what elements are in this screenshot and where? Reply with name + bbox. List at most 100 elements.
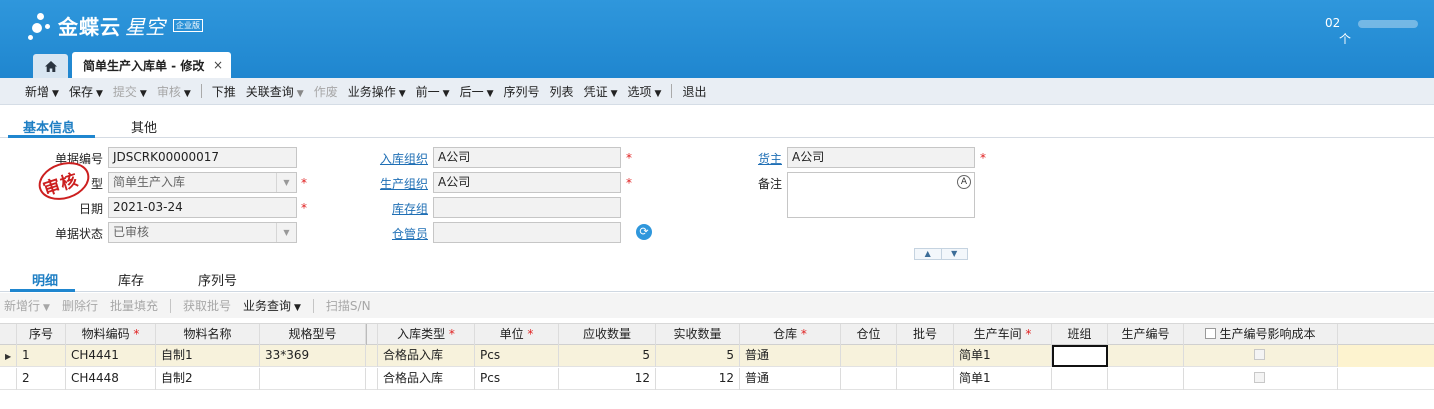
cell-warehouse[interactable]: 普通 xyxy=(740,368,841,390)
get-batch-button[interactable]: 获取批号 xyxy=(183,297,231,314)
serial-no-button[interactable]: 序列号 xyxy=(504,83,540,100)
col-material-name[interactable]: 物料名称 xyxy=(156,324,260,346)
keeper-field[interactable] xyxy=(433,222,621,243)
tab-other[interactable]: 其他 xyxy=(131,117,157,136)
in-org-link[interactable]: 入库组织 xyxy=(358,150,428,167)
options-button[interactable]: 选项 ▼ xyxy=(628,83,662,100)
col-batch[interactable]: 批号 xyxy=(897,324,954,346)
cell-shift[interactable] xyxy=(1052,345,1108,367)
cell-prod-no[interactable] xyxy=(1108,368,1184,390)
close-icon[interactable]: × xyxy=(213,58,223,72)
select-all-checkbox[interactable] xyxy=(1205,328,1217,339)
table-row[interactable]: 2 CH4448 自制2 合格品入库 Pcs 12 12 普通 简单1 xyxy=(0,368,1434,390)
cell-due-qty[interactable]: 12 xyxy=(559,368,656,390)
cell-workshop[interactable]: 简单1 xyxy=(954,368,1052,390)
col-unit[interactable]: 单位 * xyxy=(475,324,559,346)
stock-group-field[interactable] xyxy=(433,197,621,218)
cell-material-code[interactable]: CH4448 xyxy=(66,368,156,390)
multilang-icon[interactable]: A xyxy=(957,175,971,189)
col-material-code[interactable]: 物料编码 * xyxy=(66,324,156,346)
cell-material-name[interactable]: 自制2 xyxy=(156,368,260,390)
cell-location[interactable] xyxy=(841,345,897,367)
refresh-icon[interactable]: ⟳ xyxy=(636,224,652,240)
audit-button[interactable]: 审核 ▼ xyxy=(157,83,191,100)
cell-seq[interactable]: 1 xyxy=(17,345,66,367)
cell-prod-no[interactable] xyxy=(1108,345,1184,367)
row-selector[interactable] xyxy=(0,368,17,390)
delete-row-button[interactable]: 删除行 xyxy=(62,297,98,314)
new-button[interactable]: 新增 ▼ xyxy=(25,83,59,100)
list-button[interactable]: 列表 xyxy=(550,83,574,100)
row-pointer-icon[interactable]: ▶ xyxy=(0,345,17,367)
batch-fill-button[interactable]: 批量填充 xyxy=(110,297,158,314)
home-tab[interactable] xyxy=(33,54,68,78)
user-menu[interactable]: 02 个 xyxy=(1325,16,1434,47)
cell-batch[interactable] xyxy=(897,368,954,390)
remark-field[interactable]: A xyxy=(787,172,975,218)
col-prod-no[interactable]: 生产编号 xyxy=(1108,324,1184,346)
chevron-down-icon[interactable]: ▼ xyxy=(940,249,968,259)
col-cost-affect[interactable]: 生产编号影响成本 xyxy=(1184,324,1338,346)
cell-unit[interactable]: Pcs xyxy=(475,368,559,390)
prod-org-link[interactable]: 生产组织 xyxy=(358,175,428,192)
cell-seq[interactable]: 2 xyxy=(17,368,66,390)
cell-due-qty[interactable]: 5 xyxy=(559,345,656,367)
tab-inventory[interactable]: 库存 xyxy=(118,270,144,289)
cell-spec[interactable]: 33*369 xyxy=(260,345,366,367)
cell-unit[interactable]: Pcs xyxy=(475,345,559,367)
cost-affect-checkbox[interactable] xyxy=(1253,349,1265,360)
cell-real-qty[interactable]: 5 xyxy=(656,345,740,367)
cell-location[interactable] xyxy=(841,368,897,390)
add-row-button[interactable]: 新增行 ▼ xyxy=(4,297,50,314)
status-select[interactable]: 已审核 ▼ xyxy=(108,222,297,243)
push-button[interactable]: 下推 xyxy=(212,83,236,100)
void-button[interactable]: 作废 xyxy=(314,83,338,100)
scan-sn-button[interactable]: 扫描S/N xyxy=(326,297,371,314)
cell-workshop[interactable]: 简单1 xyxy=(954,345,1052,367)
next-button[interactable]: 后一 ▼ xyxy=(460,83,494,100)
tab-basic-info[interactable]: 基本信息 xyxy=(23,117,75,136)
stock-group-link[interactable]: 库存组 xyxy=(358,200,428,217)
col-real-qty[interactable]: 实收数量 xyxy=(656,324,740,346)
submit-button[interactable]: 提交 ▼ xyxy=(113,83,147,100)
col-seq[interactable]: 序号 xyxy=(17,324,66,346)
frozen-splitter[interactable] xyxy=(366,324,378,346)
cell-cost-affect[interactable] xyxy=(1184,345,1338,367)
doc-type-select[interactable]: 简单生产入库 ▼ xyxy=(108,172,297,193)
prod-org-field[interactable]: A公司 xyxy=(433,172,621,193)
exit-button[interactable]: 退出 xyxy=(682,83,706,100)
cell-cost-affect[interactable] xyxy=(1184,368,1338,390)
doc-no-field[interactable]: JDSCRK00000017 xyxy=(108,147,297,168)
col-workshop[interactable]: 生产车间 * xyxy=(954,324,1052,346)
col-spec[interactable]: 规格型号 xyxy=(260,324,366,346)
linked-query-button[interactable]: 关联查询 ▼ xyxy=(246,83,304,100)
col-location[interactable]: 仓位 xyxy=(841,324,897,346)
col-shift[interactable]: 班组 xyxy=(1052,324,1108,346)
business-ops-button[interactable]: 业务操作 ▼ xyxy=(348,83,406,100)
owner-link[interactable]: 货主 xyxy=(712,150,782,167)
cell-batch[interactable] xyxy=(897,345,954,367)
cost-affect-checkbox[interactable] xyxy=(1253,372,1265,383)
tab-serial[interactable]: 序列号 xyxy=(198,270,237,289)
date-field[interactable]: 2021-03-24 xyxy=(108,197,297,218)
collapse-toggle[interactable]: ▲ ▼ xyxy=(914,248,968,260)
tab-detail[interactable]: 明细 xyxy=(32,270,58,289)
prev-button[interactable]: 前一 ▼ xyxy=(416,83,450,100)
cell-in-type[interactable]: 合格品入库 xyxy=(378,368,475,390)
table-row[interactable]: ▶ 1 CH4441 自制1 33*369 合格品入库 Pcs 5 5 普通 简… xyxy=(0,345,1434,367)
chevron-up-icon[interactable]: ▲ xyxy=(915,249,941,259)
keeper-link[interactable]: 仓管员 xyxy=(358,225,428,242)
cell-material-name[interactable]: 自制1 xyxy=(156,345,260,367)
col-due-qty[interactable]: 应收数量 xyxy=(559,324,656,346)
owner-field[interactable]: A公司 xyxy=(787,147,975,168)
biz-query-button[interactable]: 业务查询 ▼ xyxy=(243,297,301,314)
cell-spec[interactable] xyxy=(260,368,366,390)
cell-material-code[interactable]: CH4441 xyxy=(66,345,156,367)
col-in-type[interactable]: 入库类型 * xyxy=(378,324,475,346)
save-button[interactable]: 保存 ▼ xyxy=(69,83,103,100)
document-tab[interactable]: 简单生产入库单 - 修改 × xyxy=(72,52,231,78)
cell-in-type[interactable]: 合格品入库 xyxy=(378,345,475,367)
col-warehouse[interactable]: 仓库 * xyxy=(740,324,841,346)
cell-real-qty[interactable]: 12 xyxy=(656,368,740,390)
in-org-field[interactable]: A公司 xyxy=(433,147,621,168)
